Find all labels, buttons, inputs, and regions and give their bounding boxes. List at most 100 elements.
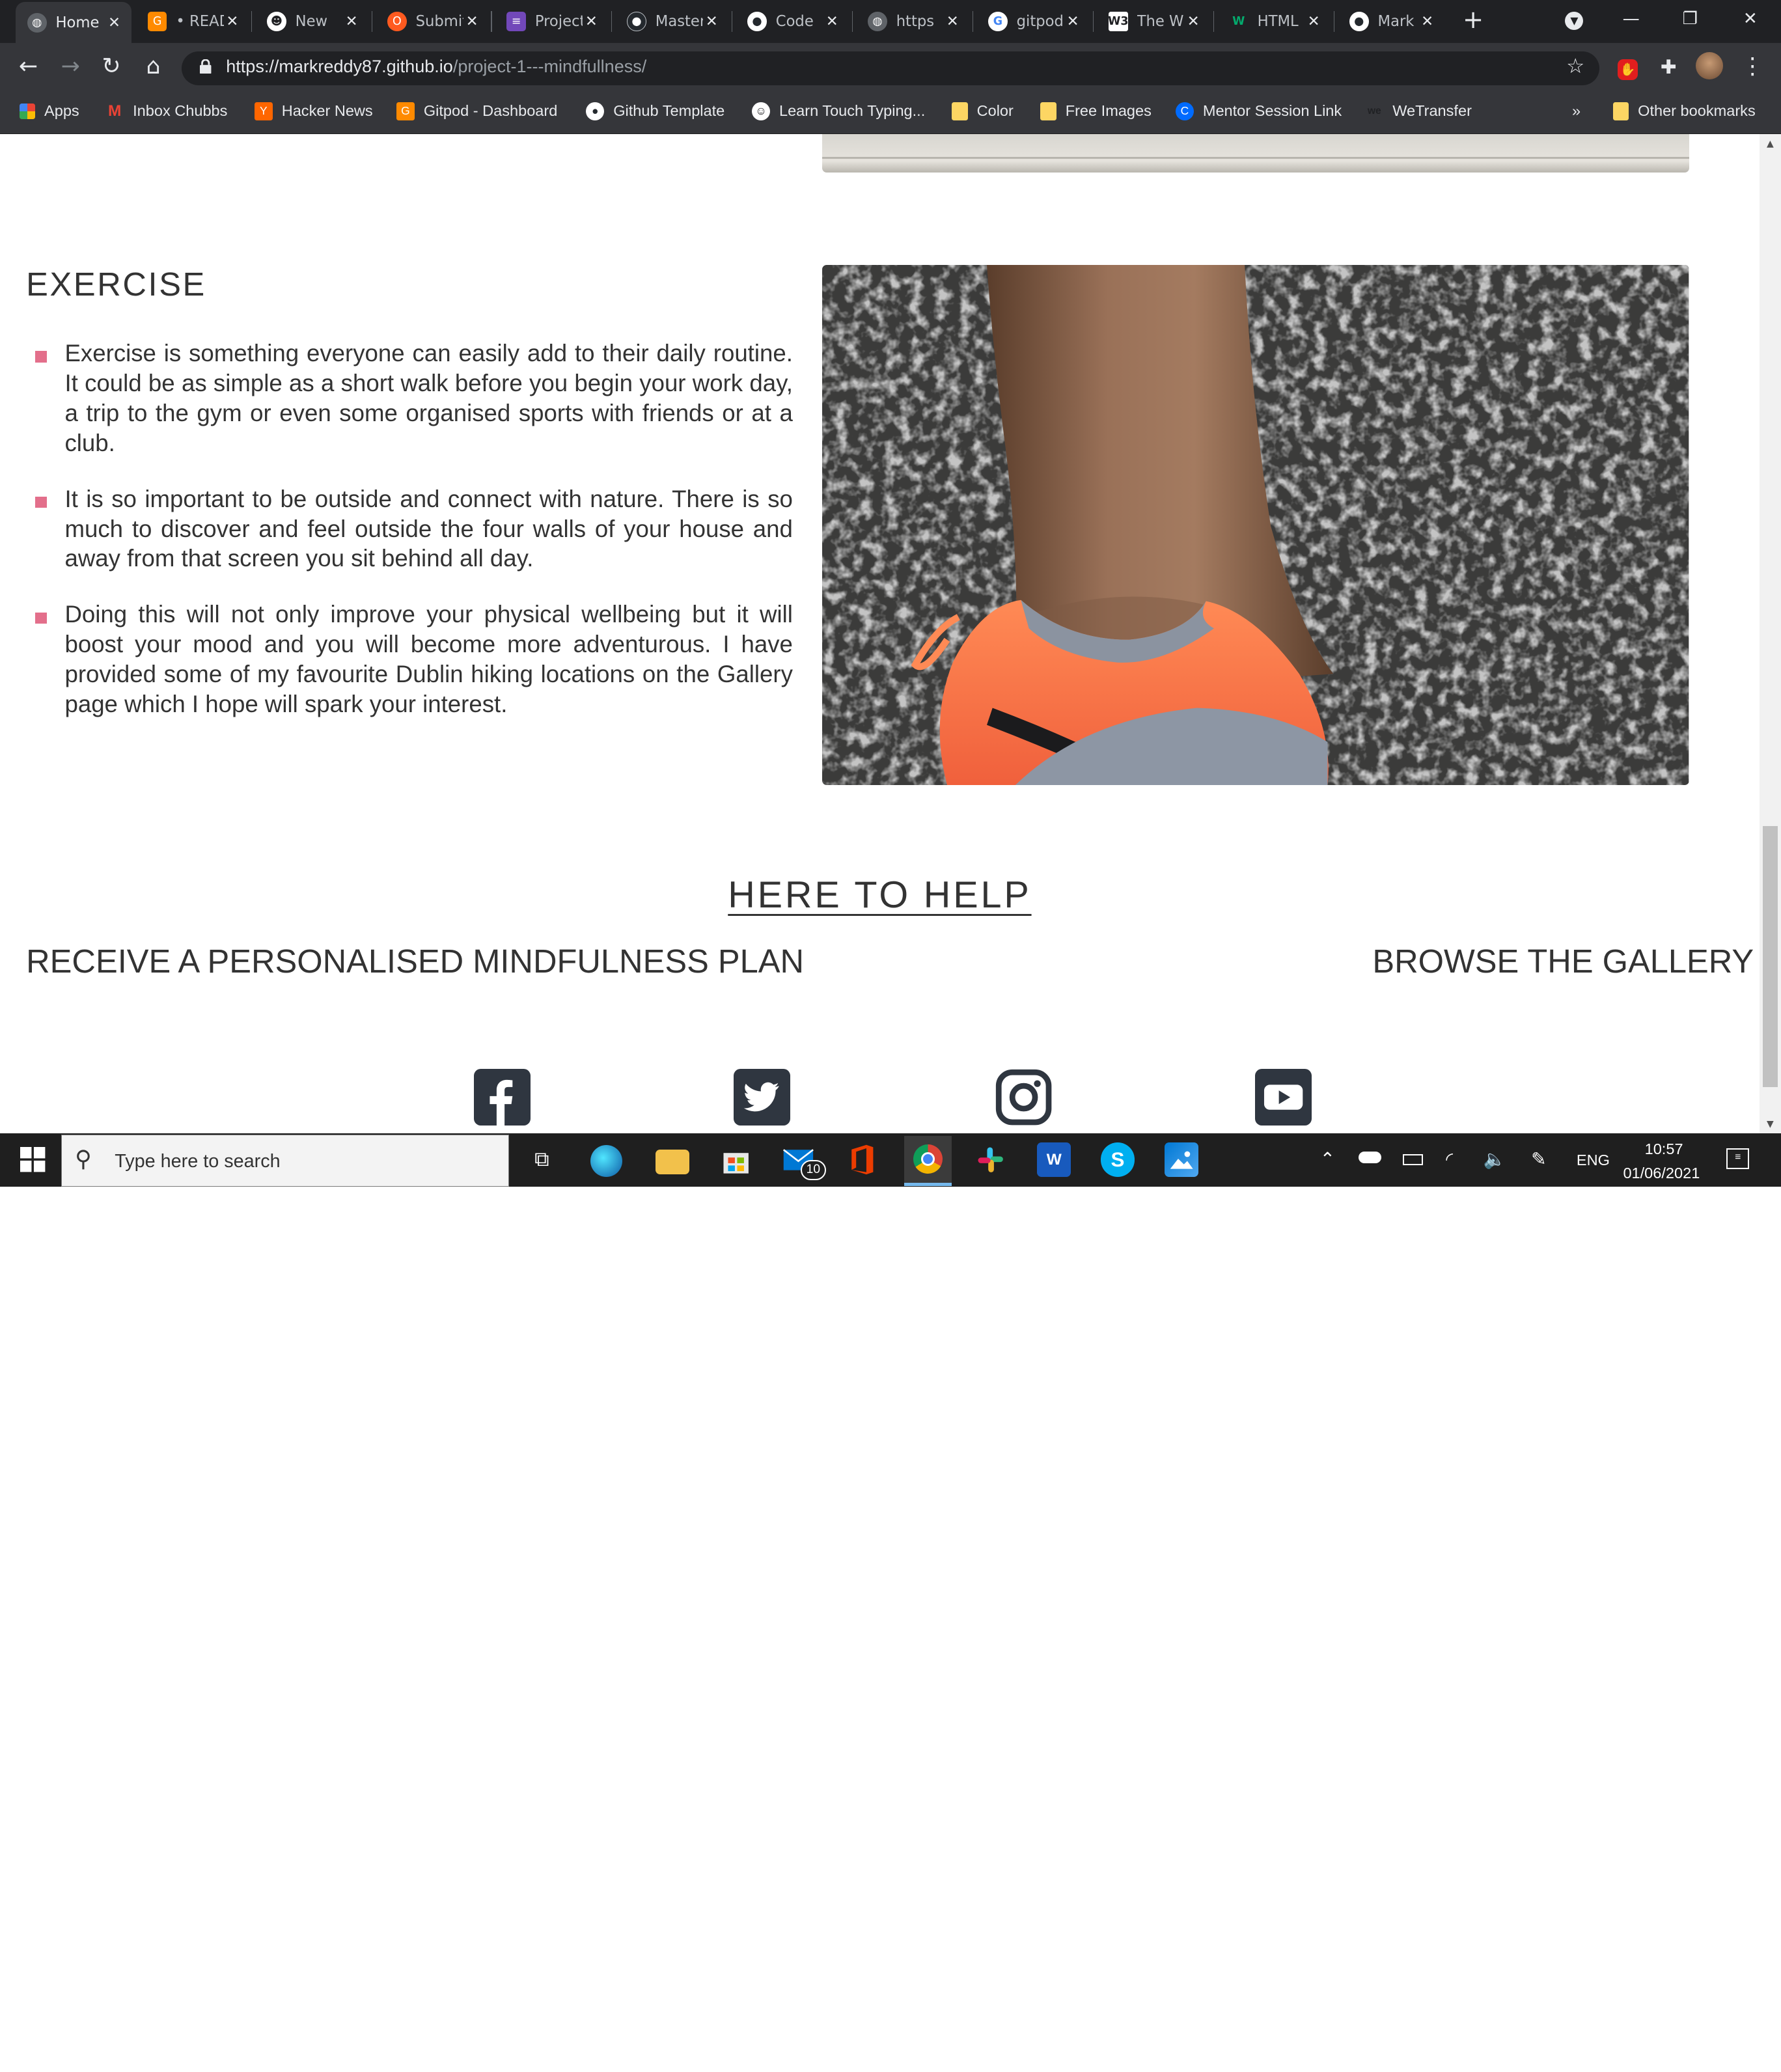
- action-center-icon[interactable]: ≡: [1726, 1148, 1750, 1169]
- tab-project[interactable]: ≡ Project ✕: [495, 5, 609, 38]
- reload-button[interactable]: ↻: [96, 52, 126, 81]
- close-icon[interactable]: ✕: [1421, 13, 1433, 30]
- scrollbar-thumb[interactable]: [1763, 825, 1778, 1087]
- menu-button[interactable]: ⋮: [1738, 52, 1767, 81]
- volume-icon[interactable]: 🔈: [1484, 1148, 1506, 1170]
- instagram-icon: [995, 1069, 1051, 1126]
- close-icon[interactable]: ✕: [706, 13, 718, 30]
- browse-gallery-link[interactable]: BROWSE THE GALLERY: [1372, 942, 1754, 980]
- clock-time[interactable]: 10:57: [1645, 1140, 1683, 1158]
- github-icon: ●: [1349, 12, 1369, 31]
- tab-master[interactable]: ● Master ✕: [616, 5, 729, 38]
- tab-gitpod[interactable]: G gitpod ✕: [977, 5, 1090, 38]
- close-icon[interactable]: ✕: [466, 13, 478, 30]
- new-tab-button[interactable]: +: [1459, 7, 1487, 34]
- close-icon[interactable]: ✕: [108, 14, 120, 31]
- facebook-link[interactable]: [473, 1068, 531, 1126]
- tab-search-button[interactable]: ▼: [1552, 0, 1597, 38]
- bookmark-hacker-news[interactable]: Y Hacker News: [254, 100, 373, 123]
- tab-title: New: [295, 13, 328, 31]
- chrome-taskbar-button[interactable]: [904, 1135, 952, 1186]
- scroll-up-arrow-icon[interactable]: ▲: [1763, 139, 1778, 149]
- close-icon[interactable]: ✕: [1187, 13, 1200, 30]
- pen-icon[interactable]: ✎: [1531, 1148, 1546, 1170]
- bookmark-learn-touch-typing[interactable]: ☺ Learn Touch Typing...: [752, 100, 925, 123]
- tab-title: Home: [55, 14, 100, 31]
- onedrive-cloud-icon[interactable]: [1358, 1152, 1381, 1163]
- close-icon[interactable]: ✕: [346, 13, 358, 30]
- close-icon[interactable]: ✕: [585, 13, 598, 30]
- file-explorer-icon[interactable]: [655, 1149, 690, 1175]
- list-item: Doing this will not only improve your ph…: [34, 600, 793, 719]
- close-icon[interactable]: ✕: [826, 13, 838, 30]
- tab-separator: [1092, 11, 1094, 32]
- bookmark-apps[interactable]: Apps: [19, 100, 79, 123]
- form-icon: ≡: [506, 12, 526, 31]
- star-icon: ☆: [1566, 55, 1585, 79]
- wifi-icon[interactable]: ◜: [1446, 1148, 1453, 1170]
- photos-icon[interactable]: [1164, 1142, 1198, 1177]
- language-indicator[interactable]: ENG: [1577, 1152, 1610, 1169]
- back-button[interactable]: ←: [14, 52, 43, 81]
- battery-icon[interactable]: [1402, 1153, 1424, 1166]
- tab-mark[interactable]: ● Mark ✕: [1338, 5, 1444, 38]
- close-icon[interactable]: ✕: [1067, 13, 1079, 30]
- here-to-help-link[interactable]: HERE TO HELP: [0, 874, 1760, 917]
- close-icon[interactable]: ✕: [946, 13, 959, 30]
- office-icon[interactable]: [846, 1142, 880, 1176]
- bookmarks-overflow-button[interactable]: »: [1572, 100, 1581, 123]
- word-icon[interactable]: W: [1037, 1142, 1071, 1177]
- show-hidden-icons-chevron-icon[interactable]: ⌃: [1320, 1148, 1335, 1170]
- url-text[interactable]: https://markreddy87.github.io/project-1-…: [226, 57, 646, 77]
- start-button[interactable]: [16, 1142, 49, 1176]
- twitter-icon: [743, 1082, 779, 1112]
- tab-w3schools[interactable]: W3 The W ✕: [1098, 5, 1211, 38]
- bookmark-github-template[interactable]: ● Github Template: [586, 100, 725, 123]
- minimize-icon: —: [1622, 9, 1640, 29]
- search-icon: ⚲: [75, 1146, 92, 1172]
- bookmark-folder-color[interactable]: Color: [952, 100, 1014, 123]
- tab-separator: [1333, 11, 1335, 32]
- bookmark-other-bookmarks[interactable]: Other bookmarks: [1612, 100, 1756, 123]
- youtube-link[interactable]: [1255, 1068, 1312, 1126]
- instagram-link[interactable]: [995, 1069, 1052, 1126]
- tab-separator: [371, 11, 373, 32]
- skype-icon[interactable]: S: [1100, 1142, 1135, 1177]
- tab-submit[interactable]: O Submit ✕: [376, 5, 490, 38]
- tab-new[interactable]: ☻ New ✕: [256, 5, 369, 38]
- close-window-button[interactable]: ✕: [1728, 0, 1773, 38]
- tab-code[interactable]: ● Code ✕: [736, 5, 849, 38]
- twitter-link[interactable]: [734, 1068, 791, 1126]
- mindfulness-plan-link[interactable]: RECEIVE A PERSONALISED MINDFULNESS PLAN: [26, 942, 804, 980]
- bookmark-gitpod-dashboard[interactable]: G Gitpod - Dashboard: [396, 100, 557, 123]
- bookmark-star-button[interactable]: ☆: [1560, 52, 1590, 81]
- clock-date[interactable]: 01/06/2021: [1623, 1165, 1700, 1182]
- extensions-button[interactable]: ✚: [1654, 52, 1683, 81]
- bookmark-inbox-chubbs[interactable]: M Inbox Chubbs: [105, 100, 227, 123]
- bookmark-mentor-session-link[interactable]: C Mentor Session Link: [1175, 100, 1342, 123]
- wetransfer-icon: we: [1367, 105, 1381, 117]
- home-button[interactable]: ⌂: [139, 52, 168, 81]
- tab-html[interactable]: W HTML ✕: [1218, 5, 1331, 38]
- bookmark-label: Free Images: [1065, 102, 1152, 120]
- close-icon[interactable]: ✕: [226, 13, 238, 30]
- profile-button[interactable]: [1694, 52, 1724, 81]
- puzzle-icon: ✚: [1660, 55, 1677, 79]
- minimize-button[interactable]: —: [1608, 0, 1654, 38]
- tab-readme[interactable]: G • README ✕: [136, 5, 249, 38]
- restore-button[interactable]: ❐: [1668, 0, 1713, 38]
- tab-home[interactable]: ◍ Home ✕: [16, 2, 132, 44]
- bookmark-wetransfer[interactable]: we WeTransfer: [1365, 100, 1472, 123]
- tab-separator: [972, 11, 974, 32]
- task-view-button[interactable]: ⧉: [525, 1142, 559, 1176]
- edge-icon[interactable]: [590, 1144, 623, 1177]
- bookmark-folder-free-images[interactable]: Free Images: [1040, 100, 1152, 123]
- close-icon[interactable]: ✕: [1308, 13, 1320, 30]
- extension-adblock-button[interactable]: ✋: [1613, 52, 1642, 81]
- scroll-down-arrow-icon[interactable]: ▼: [1763, 1119, 1778, 1129]
- slack-icon[interactable]: [973, 1142, 1007, 1176]
- tab-https[interactable]: ◍ https ✕: [857, 5, 970, 38]
- forward-button[interactable]: →: [56, 52, 85, 81]
- bookmark-label: Apps: [44, 102, 79, 120]
- store-icon[interactable]: [719, 1142, 753, 1176]
